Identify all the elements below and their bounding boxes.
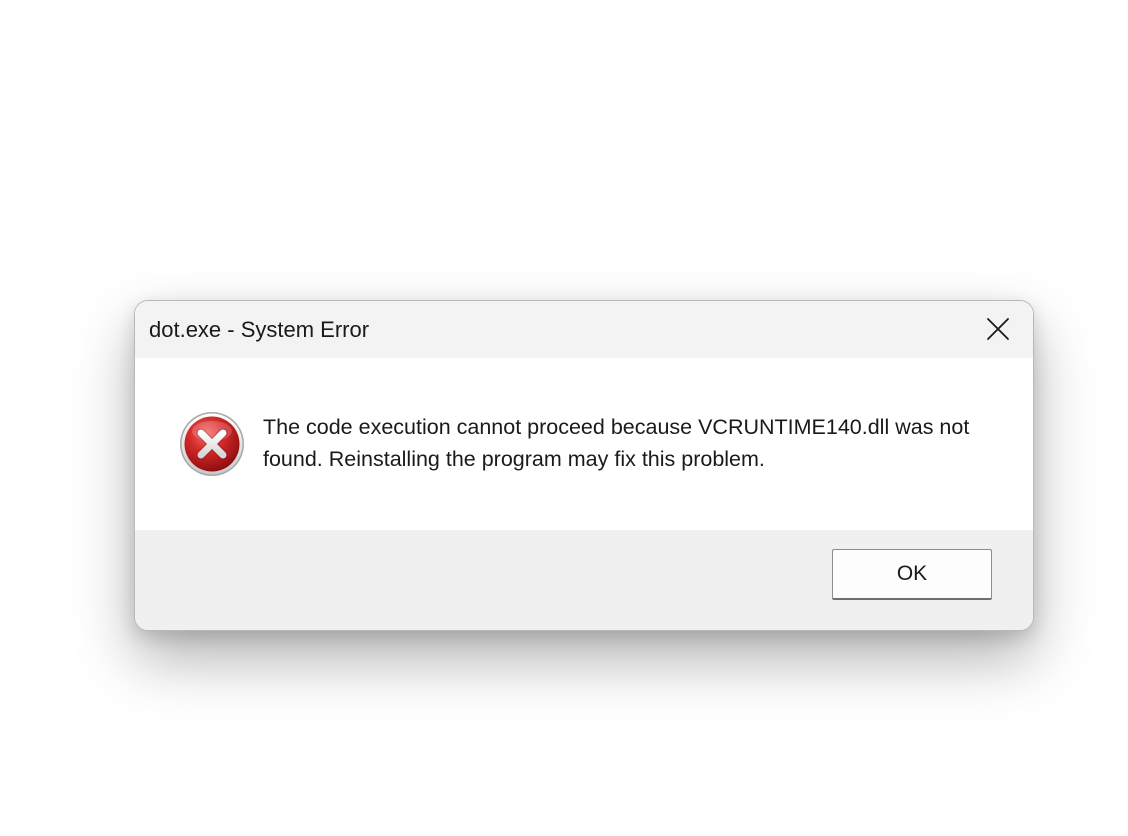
- system-error-dialog: dot.exe - System Error The code executio…: [134, 300, 1034, 631]
- close-button[interactable]: [973, 307, 1023, 351]
- dialog-footer: OK: [135, 530, 1033, 630]
- title-bar[interactable]: dot.exe - System Error: [135, 301, 1033, 358]
- desktop-background: dot.exe - System Error The code executio…: [0, 0, 1128, 836]
- error-icon: [180, 412, 244, 476]
- close-icon: [987, 318, 1009, 340]
- window-title: dot.exe - System Error: [149, 317, 370, 342]
- error-message: The code execution cannot proceed becaus…: [263, 415, 970, 471]
- ok-button[interactable]: OK: [832, 549, 992, 600]
- dialog-content: The code execution cannot proceed becaus…: [135, 358, 1033, 530]
